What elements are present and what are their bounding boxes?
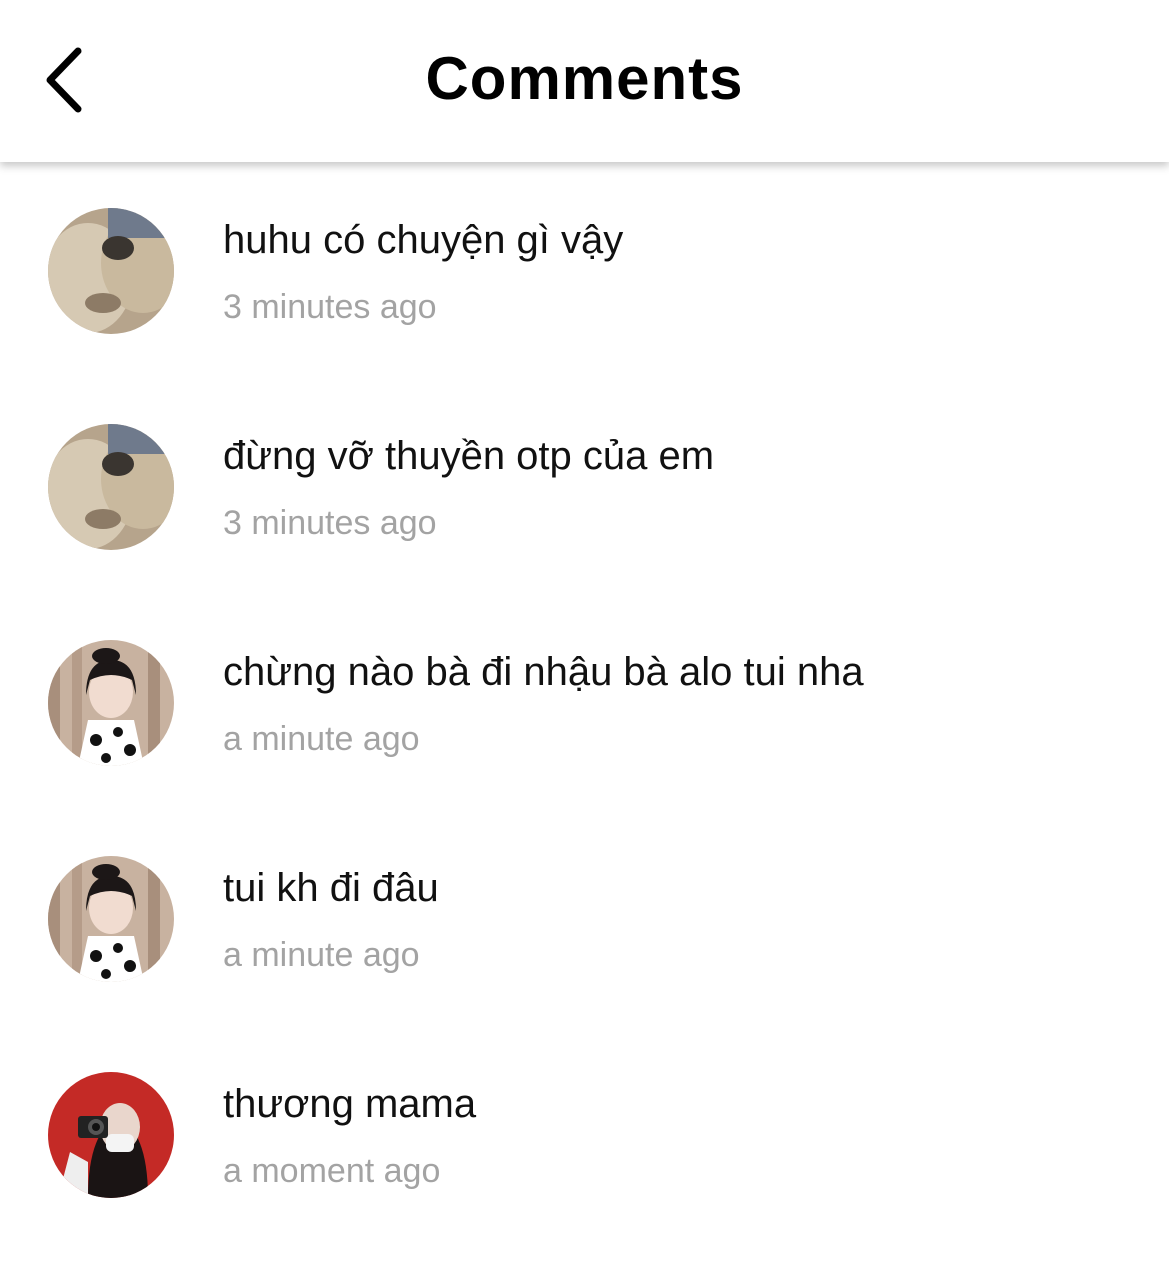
avatar[interactable]	[48, 640, 174, 766]
comment-item: huhu có chuyện gì vậy 3 minutes ago	[0, 162, 1169, 334]
avatar[interactable]	[48, 208, 174, 334]
comment-text: đừng vỡ thuyền otp của em	[223, 434, 715, 478]
comment-text: huhu có chuyện gì vậy	[223, 218, 624, 262]
comment-timestamp: a moment ago	[223, 1152, 441, 1190]
comment-timestamp: a minute ago	[223, 720, 420, 758]
comment-item: tui kh đi đâu a minute ago	[0, 810, 1169, 982]
avatar[interactable]	[48, 424, 174, 550]
avatar[interactable]	[48, 1072, 174, 1198]
comment-text: chừng nào bà đi nhậu bà alo tui nha	[223, 650, 864, 694]
page-title: Comments	[425, 45, 744, 112]
app-header: Comments	[0, 0, 1169, 162]
comment-timestamp: 3 minutes ago	[223, 504, 437, 542]
comment-text: thương mama	[223, 1082, 477, 1126]
comment-text: tui kh đi đâu	[223, 866, 439, 910]
comment-item: thương mama a moment ago	[0, 1026, 1169, 1198]
avatar[interactable]	[48, 856, 174, 982]
comment-timestamp: a minute ago	[223, 936, 420, 974]
comment-item: chừng nào bà đi nhậu bà alo tui nha a mi…	[0, 594, 1169, 766]
comment-item: đừng vỡ thuyền otp của em 3 minutes ago	[0, 378, 1169, 550]
comment-timestamp: 3 minutes ago	[223, 288, 437, 326]
